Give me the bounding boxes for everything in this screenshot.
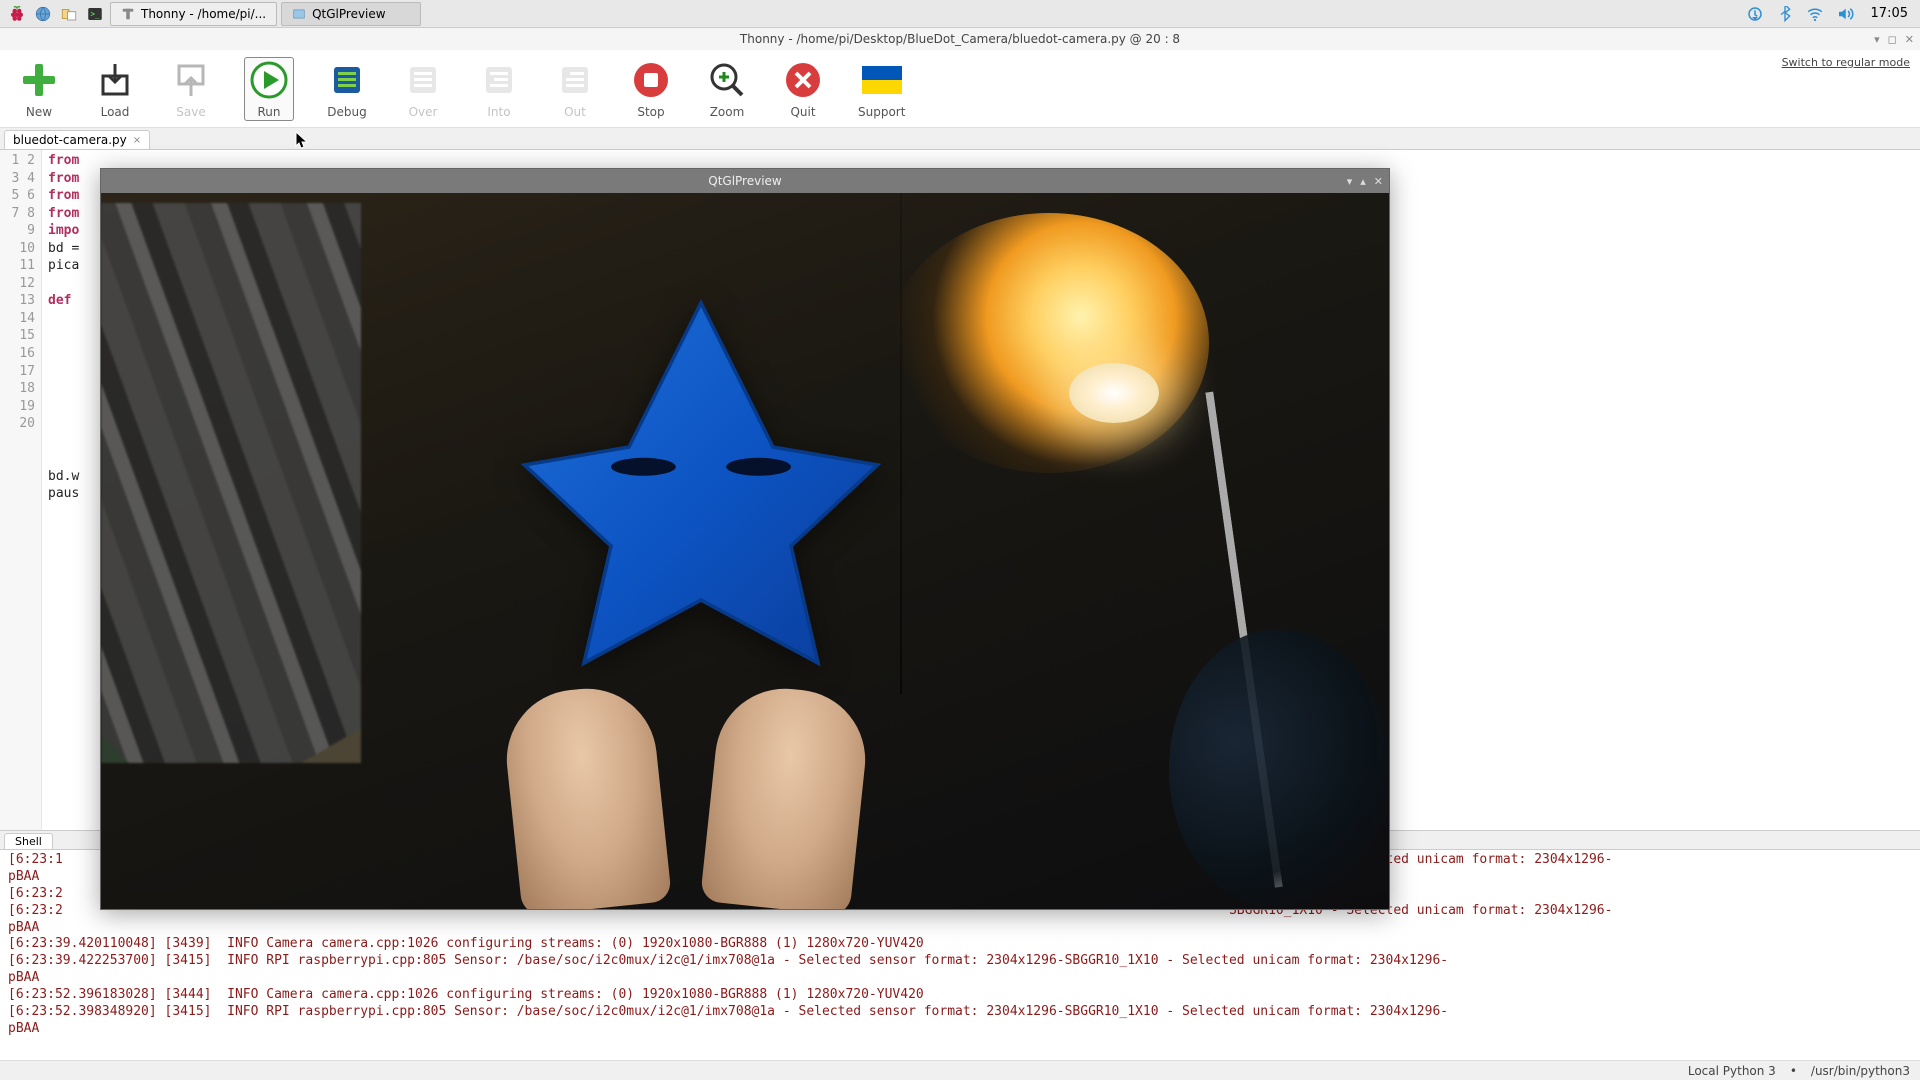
clock[interactable]: 17:05 [1865,6,1914,21]
hand-left [500,682,672,909]
support-button[interactable]: Support [856,57,907,121]
into-button: Into [476,57,522,121]
maximize-icon[interactable]: ▴ [1360,175,1366,188]
status-sep: • [1790,1064,1797,1078]
zoom-icon [706,59,748,101]
play-icon [248,59,290,101]
tool-label: Over [409,105,438,119]
hand-right [700,682,872,909]
debug-button[interactable]: Debug [324,57,370,121]
shell-tab[interactable]: Shell [4,833,53,849]
tab-close-icon[interactable]: × [133,135,141,146]
minimize-icon[interactable]: ▾ [1347,175,1353,188]
menu-raspberry-icon[interactable] [6,3,28,25]
background-collage [101,203,361,763]
load-icon [94,59,136,101]
switch-mode-link[interactable]: Switch to regular mode [1782,56,1910,69]
new-button[interactable]: New [16,57,62,121]
quit-button[interactable]: Quit [780,57,826,121]
plus-icon [18,59,60,101]
taskbar-app-label: QtGlPreview [312,7,386,21]
editor-tabs: bluedot-camera.py × [0,128,1920,150]
taskbar-app-preview[interactable]: QtGlPreview [281,2,421,26]
terminal-icon[interactable]: >_ [84,3,106,25]
camera-preview-window[interactable]: QtGlPreview ▾ ▴ ✕ [100,168,1390,910]
file-tab-label: bluedot-camera.py [13,133,127,147]
camera-feed [101,193,1389,909]
tool-label: Into [487,105,510,119]
zoom-button[interactable]: Zoom [704,57,750,121]
maximize-icon[interactable]: ◻ [1888,33,1897,46]
bluetooth-icon[interactable] [1775,6,1795,22]
step-out-icon [554,59,596,101]
quit-icon [782,59,824,101]
preview-titlebar[interactable]: QtGlPreview ▾ ▴ ✕ [101,169,1389,193]
svg-text:>_: >_ [91,9,101,18]
stop-button[interactable]: Stop [628,57,674,121]
close-icon[interactable]: ✕ [1374,175,1383,188]
stop-icon [630,59,672,101]
taskbar: >_ Thonny - /home/pi/... QtGlPreview 17:… [0,0,1920,28]
minimize-icon[interactable]: ▾ [1874,33,1880,46]
line-gutter: 1 2 3 4 5 6 7 8 9 10 11 12 13 14 15 16 1… [0,150,42,830]
headset [1169,629,1389,909]
tool-label: Zoom [710,105,745,119]
statusbar: Local Python 3 • /usr/bin/python3 [0,1060,1920,1080]
taskbar-tray: 17:05 [1745,5,1914,23]
file-tab[interactable]: bluedot-camera.py × [4,130,150,149]
web-browser-icon[interactable] [32,3,54,25]
status-interpreter[interactable]: Local Python 3 [1688,1064,1776,1078]
tool-label: Load [101,105,130,119]
load-button[interactable]: Load [92,57,138,121]
save-button: Save [168,57,214,121]
tool-label: Debug [327,105,366,119]
over-button: Over [400,57,446,121]
file-manager-icon[interactable] [58,3,80,25]
volume-icon[interactable] [1835,5,1855,23]
tool-label: Save [176,105,205,119]
taskbar-app-label: Thonny - /home/pi/... [141,7,266,21]
blue-star-badge [521,293,881,673]
wall-corner [900,193,902,694]
out-button: Out [552,57,598,121]
close-icon[interactable]: ✕ [1905,33,1914,46]
step-over-icon [402,59,444,101]
tool-label: Out [564,105,586,119]
thonny-title: Thonny - /home/pi/Desktop/BlueDot_Camera… [740,32,1180,46]
tool-label: Stop [637,105,664,119]
toolbar: New Load Save Run Debug Over Into Out [0,50,1920,128]
run-button[interactable]: Run [244,57,294,121]
flag-ukraine-icon [861,59,903,101]
status-path[interactable]: /usr/bin/python3 [1811,1064,1910,1078]
tool-label: Run [257,105,280,119]
window-controls: ▾ ◻ ✕ [1874,33,1914,46]
taskbar-left: >_ Thonny - /home/pi/... QtGlPreview [6,2,421,26]
thonny-titlebar: Thonny - /home/pi/Desktop/BlueDot_Camera… [0,28,1920,50]
step-into-icon [478,59,520,101]
tool-label: Support [858,105,905,119]
preview-window-controls: ▾ ▴ ✕ [1347,175,1383,188]
taskbar-app-thonny[interactable]: Thonny - /home/pi/... [110,2,277,26]
save-icon [170,59,212,101]
tool-label: New [26,105,52,119]
updates-icon[interactable] [1745,5,1765,23]
wifi-icon[interactable] [1805,5,1825,23]
preview-title: QtGlPreview [708,174,782,188]
tool-label: Quit [790,105,815,119]
debug-icon [326,59,368,101]
